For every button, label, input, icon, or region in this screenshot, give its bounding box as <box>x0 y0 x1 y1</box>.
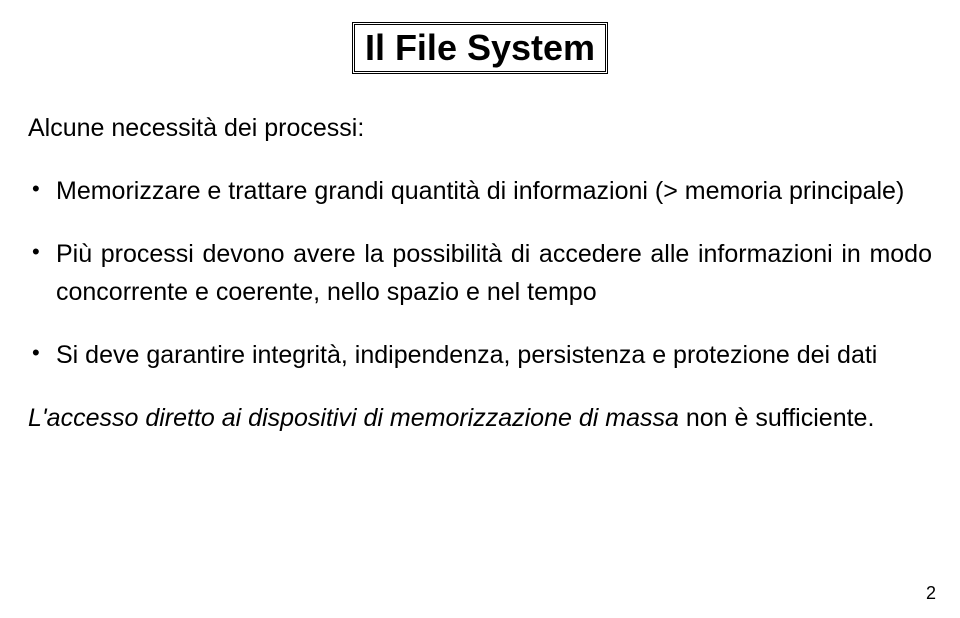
list-item: Si deve garantire integrità, indipendenz… <box>56 336 932 375</box>
title-container: Il File System <box>28 22 932 74</box>
page-title: Il File System <box>354 24 606 72</box>
page-number: 2 <box>926 583 936 604</box>
closing-rest: non è sufficiente. <box>679 404 875 432</box>
bullet-list: Memorizzare e trattare grandi quantità d… <box>28 172 932 375</box>
closing-italic: L'accesso diretto ai dispositivi di memo… <box>28 404 679 432</box>
title-outer-box: Il File System <box>352 22 608 74</box>
closing-text: L'accesso diretto ai dispositivi di memo… <box>28 401 932 436</box>
list-item: Più processi devono avere la possibilità… <box>56 235 932 313</box>
intro-text: Alcune necessità dei processi: <box>28 112 932 146</box>
list-item: Memorizzare e trattare grandi quantità d… <box>56 172 932 211</box>
